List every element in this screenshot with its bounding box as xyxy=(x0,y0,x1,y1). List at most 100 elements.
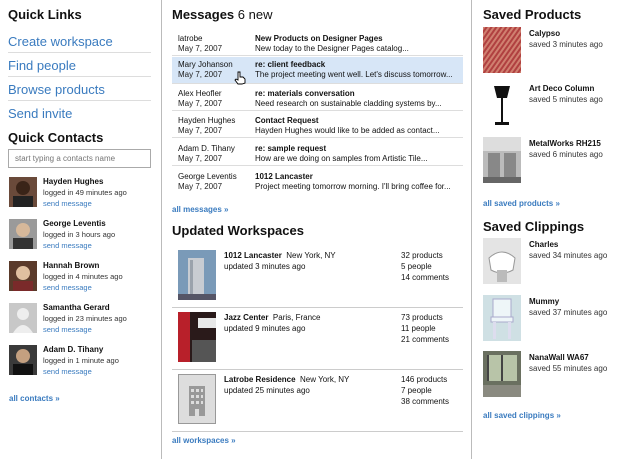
workspace-stats: 146 products 7 people 38 comments xyxy=(401,374,449,407)
contact-status: logged in 49 minutes ago xyxy=(43,188,127,197)
workspace-title: Latrobe Residence xyxy=(224,375,296,384)
workspace-row[interactable]: 1012 Lancaster New York, NY updated 3 mi… xyxy=(172,246,463,308)
saved-product-item[interactable]: Calypso saved 3 minutes ago xyxy=(483,27,633,77)
workspace-updated: updated 3 minutes ago xyxy=(224,262,306,271)
contact-status: logged in 1 minute ago xyxy=(43,356,119,365)
contact-item: Adam D. Tihany logged in 1 minute ago se… xyxy=(9,345,152,381)
message-subject: Contact Request xyxy=(255,116,319,125)
send-message-link[interactable]: send message xyxy=(43,283,92,292)
message-date: May 7, 2007 xyxy=(178,126,223,135)
messages-header: Messages 6 new xyxy=(172,7,272,22)
clipping-name: Charles xyxy=(529,240,559,249)
saved-clipping-item[interactable]: NanaWall WA67 saved 55 minutes ago xyxy=(483,351,633,401)
send-message-link[interactable]: send message xyxy=(43,199,92,208)
workspace-row[interactable]: Latrobe Residence New York, NY updated 2… xyxy=(172,370,463,432)
contact-item: Samantha Gerard logged in 23 minutes ago… xyxy=(9,303,152,339)
all-saved-products-link[interactable]: all saved products » xyxy=(483,199,560,208)
message-date: May 7, 2007 xyxy=(178,182,223,191)
workspace-stats: 32 products 5 people 14 comments xyxy=(401,250,449,283)
clipping-saved-time: saved 34 minutes ago xyxy=(529,251,608,260)
saved-products-title: Saved Products xyxy=(483,7,582,22)
clipping-thumbnail[interactable] xyxy=(483,295,521,341)
product-saved-time: saved 3 minutes ago xyxy=(529,40,603,49)
workspace-people: 5 people xyxy=(401,262,432,271)
message-sender: Hayden Hughes xyxy=(178,116,236,125)
clipping-thumbnail[interactable] xyxy=(483,351,521,397)
avatar[interactable] xyxy=(9,219,37,249)
saved-clipping-item[interactable]: Charles saved 34 minutes ago xyxy=(483,238,633,288)
message-date: May 7, 2007 xyxy=(178,44,223,53)
product-thumbnail[interactable] xyxy=(483,27,521,73)
message-preview: Hayden Hughes would like to be added as … xyxy=(255,126,440,135)
message-sender: Mary Johanson xyxy=(178,60,233,69)
workspace-products: 146 products xyxy=(401,375,448,384)
message-row-selected[interactable]: Mary Johanson May 7, 2007 re: client fee… xyxy=(172,57,463,85)
all-workspaces-link[interactable]: all workspaces » xyxy=(172,436,236,445)
send-invite-link[interactable]: Send invite xyxy=(8,101,151,124)
workspace-thumbnail[interactable] xyxy=(178,312,216,362)
message-row[interactable]: Alex Heofler May 7, 2007 re: materials c… xyxy=(172,86,463,111)
contact-item: Hannah Brown logged in 4 minutes ago sen… xyxy=(9,261,152,297)
updated-workspaces-title: Updated Workspaces xyxy=(172,223,304,238)
workspace-name: Latrobe Residence New York, NY xyxy=(224,375,349,384)
browse-products-link[interactable]: Browse products xyxy=(8,77,151,101)
workspace-row[interactable]: Jazz Center Paris, France updated 9 minu… xyxy=(172,308,463,370)
workspace-title: Jazz Center xyxy=(224,313,269,322)
message-date: May 7, 2007 xyxy=(178,70,223,79)
building-placeholder-icon[interactable] xyxy=(178,374,216,424)
contact-search-input[interactable] xyxy=(8,149,151,168)
avatar-placeholder[interactable] xyxy=(9,303,37,333)
message-subject: New Products on Designer Pages xyxy=(255,34,383,43)
workspace-updated: updated 9 minutes ago xyxy=(224,324,306,333)
left-column: Quick Links Create workspace Find people… xyxy=(0,0,160,459)
message-preview: How are we doing on samples from Artisti… xyxy=(255,154,428,163)
workspace-comments: 21 comments xyxy=(401,335,450,344)
contact-name: Adam D. Tihany xyxy=(43,345,104,354)
workspace-name: Jazz Center Paris, France xyxy=(224,313,321,322)
workspace-location: Paris, France xyxy=(272,313,321,322)
message-sender: Alex Heofler xyxy=(178,89,222,98)
contact-item: George Leventis logged in 3 hours ago se… xyxy=(9,219,152,255)
clipping-thumbnail[interactable] xyxy=(483,238,521,284)
avatar[interactable] xyxy=(9,261,37,291)
workspace-products: 32 products xyxy=(401,251,443,260)
message-row[interactable]: George Leventis May 7, 2007 1012 Lancast… xyxy=(172,169,463,194)
message-row[interactable]: latrobe May 7, 2007 New Products on Desi… xyxy=(172,31,463,56)
message-subject: re: sample request xyxy=(255,144,327,153)
message-preview: Project meeting tomorrow morning. I'll b… xyxy=(255,182,451,191)
product-thumbnail[interactable] xyxy=(483,82,521,128)
clipping-saved-time: saved 37 minutes ago xyxy=(529,308,608,317)
saved-clipping-item[interactable]: Mummy saved 37 minutes ago xyxy=(483,295,633,345)
message-preview: New today to the Designer Pages catalog.… xyxy=(255,44,409,53)
quick-links-list: Create workspace Find people Browse prod… xyxy=(8,29,151,124)
message-row[interactable]: Adam D. Tihany May 7, 2007 re: sample re… xyxy=(172,141,463,166)
saved-product-item[interactable]: MetalWorks RH215 saved 6 minutes ago xyxy=(483,137,633,187)
send-message-link[interactable]: send message xyxy=(43,241,92,250)
saved-clippings-title: Saved Clippings xyxy=(483,219,585,234)
workspace-location: New York, NY xyxy=(286,251,336,260)
send-message-link[interactable]: send message xyxy=(43,325,92,334)
find-people-link[interactable]: Find people xyxy=(8,53,151,77)
avatar[interactable] xyxy=(9,177,37,207)
contact-status: logged in 4 minutes ago xyxy=(43,272,123,281)
workspace-thumbnail[interactable] xyxy=(178,250,216,300)
saved-product-item[interactable]: Art Deco Column saved 5 minutes ago xyxy=(483,82,633,132)
workspace-title: 1012 Lancaster xyxy=(224,251,282,260)
all-contacts-link[interactable]: all contacts » xyxy=(9,394,60,403)
avatar[interactable] xyxy=(9,345,37,375)
product-thumbnail[interactable] xyxy=(483,137,521,183)
messages-title: Messages xyxy=(172,7,235,22)
message-subject: re: materials conversation xyxy=(255,89,355,98)
contact-name: Hannah Brown xyxy=(43,261,100,270)
workspace-comments: 38 comments xyxy=(401,397,450,406)
send-message-link[interactable]: send message xyxy=(43,367,92,376)
workspace-people: 7 people xyxy=(401,386,432,395)
contact-name: Hayden Hughes xyxy=(43,177,104,186)
all-messages-link[interactable]: all messages » xyxy=(172,205,228,214)
message-row[interactable]: Hayden Hughes May 7, 2007 Contact Reques… xyxy=(172,113,463,138)
message-sender: latrobe xyxy=(178,34,203,43)
message-preview: The project meeting went well. Let's dis… xyxy=(255,70,453,79)
product-name: Calypso xyxy=(529,29,561,38)
create-workspace-link[interactable]: Create workspace xyxy=(8,29,151,53)
all-saved-clippings-link[interactable]: all saved clippings » xyxy=(483,411,561,420)
